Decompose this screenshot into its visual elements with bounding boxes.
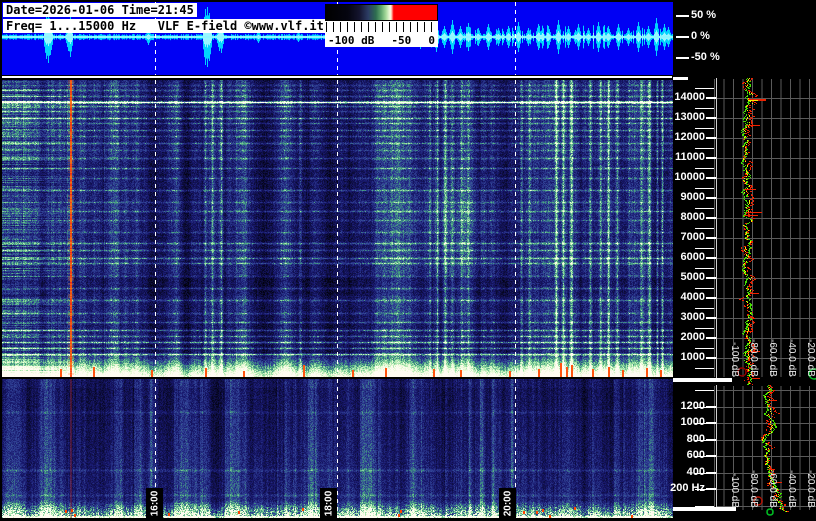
color-scale-legend: -100 dB -50 0 bbox=[325, 4, 438, 47]
db-tick-label: -80.0 dB bbox=[748, 339, 759, 377]
amplitude-tick-label: 50 % bbox=[691, 9, 717, 21]
main-freq-tick-label: 11000 bbox=[675, 151, 705, 163]
main-freq-tick-label: 3000 bbox=[680, 311, 705, 323]
low-freq-tick-label: 400 bbox=[686, 466, 705, 478]
main-freq-tick-label: 9000 bbox=[680, 191, 705, 203]
main-freq-tick-label: 8000 bbox=[680, 211, 705, 223]
main-freq-tick-label: 5000 bbox=[680, 271, 705, 283]
color-scale-ticks bbox=[325, 21, 438, 33]
db-tick-label: -60.0 dB bbox=[767, 339, 778, 377]
db-tick-label: -40.0 dB bbox=[786, 470, 797, 508]
db-tick-label: -20.0 dB bbox=[805, 470, 816, 508]
main-spectrogram-canvas bbox=[2, 80, 673, 377]
color-scale-min-label: -100 dB bbox=[328, 33, 375, 47]
main-freq-tick-label: 7000 bbox=[680, 231, 705, 243]
main-freq-tick-label: 13000 bbox=[674, 111, 705, 123]
vlf-monitor-screen: Date=2026-01-06 Time=21:45 Freq= 1...150… bbox=[0, 0, 816, 521]
main-freq-tick-label: 2000 bbox=[680, 331, 705, 343]
time-tick-label: 16:00 bbox=[146, 488, 163, 518]
db-tick-label: -100 dB bbox=[729, 341, 740, 377]
low-freq-tick-label: 1000 bbox=[680, 416, 705, 428]
low-freq-tick-label: 800 bbox=[686, 433, 705, 445]
low-band-spectrogram-canvas bbox=[2, 379, 673, 518]
color-scale-labels: -100 dB -50 0 bbox=[325, 33, 438, 47]
main-freq-tick-label: 12000 bbox=[674, 131, 705, 143]
date-time-readout: Date=2026-01-06 Time=21:45 bbox=[3, 3, 197, 17]
color-scale-max-label: 0 bbox=[428, 33, 435, 47]
amplitude-tick-label: 0 % bbox=[691, 30, 710, 42]
time-tick-label: 20:00 bbox=[499, 488, 516, 518]
amplitude-tick-label: -50 % bbox=[691, 51, 720, 63]
low-freq-tick-label: 1200 bbox=[680, 400, 705, 412]
main-freq-tick-label: 6000 bbox=[680, 251, 705, 263]
main-freq-tick-label: 1000 bbox=[680, 351, 705, 363]
color-scale-mid-label: -50 bbox=[391, 33, 412, 47]
db-tick-label: -40.0 dB bbox=[786, 339, 797, 377]
low-freq-tick-label: 600 bbox=[686, 449, 705, 461]
low-freq-tick-label: 200 Hz bbox=[670, 482, 705, 494]
main-freq-tick-label: 4000 bbox=[680, 291, 705, 303]
db-tick-label: -60.0 dB bbox=[767, 470, 778, 508]
main-freq-tick-label: 10000 bbox=[674, 171, 705, 183]
db-tick-label: -20.0 dB bbox=[805, 339, 816, 377]
db-tick-label: -80.0 dB bbox=[748, 470, 759, 508]
time-tick-label: 18:00 bbox=[320, 488, 337, 518]
db-tick-label: -100 dB bbox=[729, 472, 740, 508]
color-scale-gradient bbox=[325, 4, 438, 21]
main-freq-tick-label: 14000 bbox=[674, 91, 705, 103]
freq-range-title: Freq= 1...15000 Hz VLF E-field ©www.vlf.… bbox=[3, 19, 327, 33]
separator-line bbox=[2, 76, 672, 78]
